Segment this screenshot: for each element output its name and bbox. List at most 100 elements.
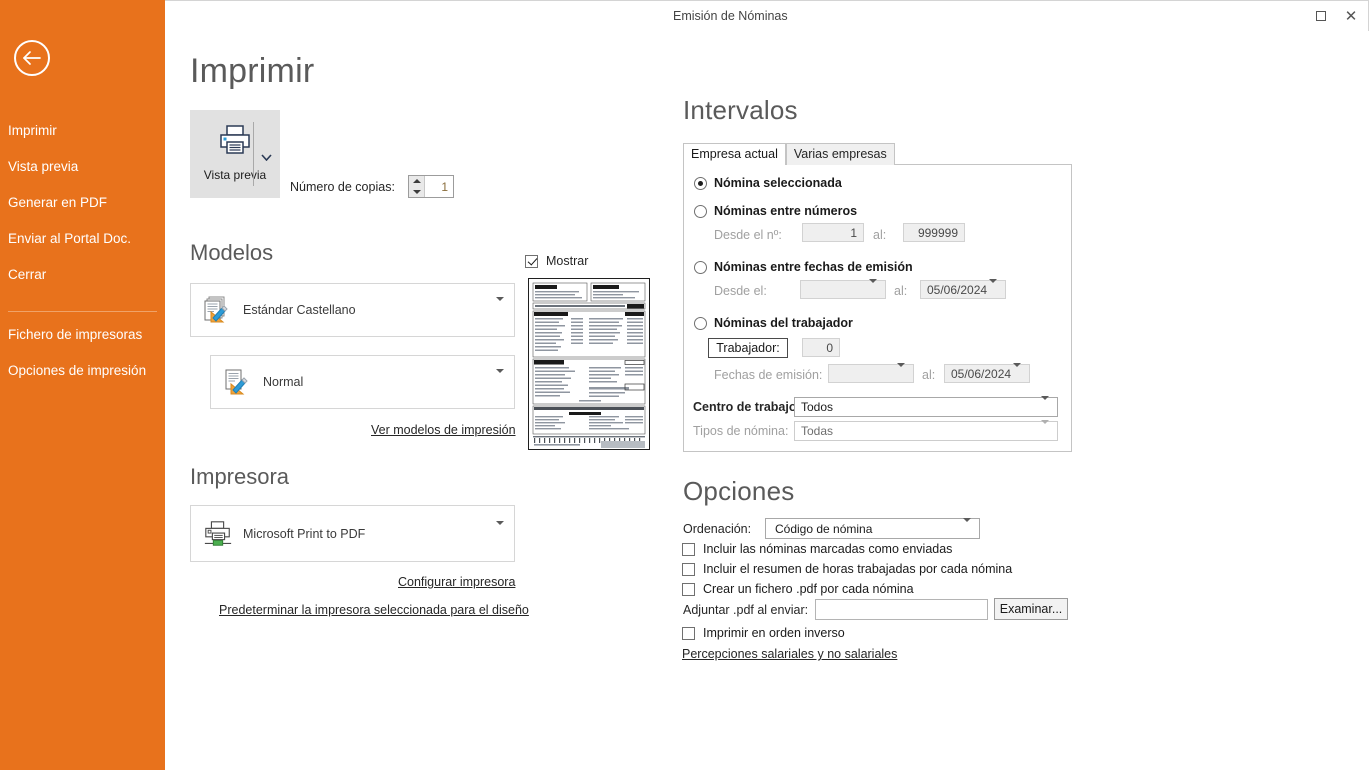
desde-numero-input[interactable]: 1 [802, 223, 864, 242]
checkbox-label: Crear un fichero .pdf por cada nómina [703, 582, 914, 596]
modelo-variante-combo[interactable]: Normal [210, 355, 515, 409]
back-button[interactable] [14, 40, 50, 76]
payslip-page-thumbnail[interactable] [528, 278, 650, 450]
radio-label: Nóminas del trabajador [714, 316, 853, 330]
trabajador-input[interactable]: 0 [802, 338, 840, 357]
opciones-heading: Opciones [683, 476, 795, 506]
mostrar-checkbox[interactable] [525, 254, 538, 268]
modelo-combo-value: Estándar Castellano [243, 303, 356, 317]
copies-stepper-buttons[interactable] [409, 176, 425, 197]
sidebar-item-opciones-de-impresion[interactable]: Opciones de impresión [8, 363, 146, 378]
checkbox-orden-inverso-row[interactable]: Imprimir en orden inverso [682, 626, 845, 640]
radio-nominas-entre-numeros[interactable]: Nóminas entre números [694, 204, 857, 218]
emision-al-label: al: [922, 368, 936, 382]
percepciones-salariales-link[interactable]: Percepciones salariales y no salariales [682, 647, 897, 661]
checkbox-label: Imprimir en orden inverso [703, 626, 845, 640]
sidebar-divider [8, 311, 157, 312]
stepper-up-icon[interactable] [412, 179, 421, 184]
hasta-numero-input[interactable]: 999999 [903, 223, 965, 242]
centro-trabajo-label: Centro de trabajo: [693, 400, 801, 414]
chevron-down-icon[interactable] [1041, 396, 1049, 414]
chevron-down-icon[interactable] [496, 369, 504, 391]
chevron-down-icon[interactable] [1013, 362, 1021, 381]
restore-button[interactable] [1306, 1, 1336, 31]
chevron-down-icon [261, 154, 272, 162]
network-printer-icon [203, 519, 233, 549]
centro-trabajo-combo[interactable]: Todos [794, 396, 1058, 417]
fechas-emision-label: Fechas de emisión: [714, 368, 823, 382]
radio-indicator[interactable] [694, 260, 707, 274]
chevron-down-icon[interactable] [496, 520, 504, 543]
restore-icon [1316, 11, 1326, 21]
hasta-fecha-combo[interactable]: 05/06/2024 [920, 278, 1006, 299]
radio-nominas-entre-fechas[interactable]: Nóminas entre fechas de emisión [694, 260, 913, 274]
stepper-down-icon[interactable] [412, 189, 421, 194]
tab-empresa-actual[interactable]: Empresa actual [683, 143, 786, 166]
chevron-down-icon[interactable] [869, 278, 877, 297]
backstage-sidebar: Imprimir Vista previa Generar en PDF Env… [0, 0, 165, 770]
vista-previa-dropdown-button[interactable] [261, 148, 272, 166]
checkbox-incluir-resumen-horas[interactable] [682, 562, 695, 576]
radio-indicator[interactable] [694, 176, 707, 190]
configurar-impresora-link[interactable]: Configurar impresora [398, 575, 515, 589]
checkbox-orden-inverso[interactable] [682, 626, 695, 640]
close-button[interactable]: ✕ [1336, 1, 1366, 31]
checkbox-incluir-enviadas-row[interactable]: Incluir las nóminas marcadas como enviad… [682, 542, 952, 556]
ordenacion-value: Código de nómina [775, 521, 873, 536]
checkbox-incluir-enviadas[interactable] [682, 542, 695, 556]
fechas-emision-hasta-combo[interactable]: 05/06/2024 [944, 362, 1030, 383]
desde-numero-label: Desde el nº: [714, 228, 782, 242]
numeros-al-label: al: [873, 228, 887, 242]
mostrar-checkbox-row[interactable]: Mostrar [525, 254, 588, 268]
sidebar-item-cerrar[interactable]: Cerrar [8, 267, 46, 282]
ordenacion-label: Ordenación: [683, 522, 752, 536]
checkbox-crear-pdf-por-nomina-row[interactable]: Crear un fichero .pdf por cada nómina [682, 582, 914, 596]
sidebar-item-fichero-de-impresoras[interactable]: Fichero de impresoras [8, 327, 142, 342]
printer-combo[interactable]: Microsoft Print to PDF [190, 505, 515, 562]
documents-design-icon [203, 295, 233, 325]
checkbox-label: Incluir el resumen de horas trabajadas p… [703, 562, 1013, 576]
radio-label: Nómina seleccionada [714, 176, 842, 190]
fechas-emision-desde-combo[interactable] [828, 362, 914, 383]
copies-stepper[interactable]: 1 [408, 175, 454, 198]
tipos-nomina-label: Tipos de nómina: [693, 424, 789, 438]
tab-varias-empresas[interactable]: Varias empresas [785, 143, 895, 165]
checkbox-crear-pdf-por-nomina[interactable] [682, 582, 695, 596]
radio-indicator[interactable] [694, 316, 707, 330]
sidebar-item-imprimir[interactable]: Imprimir [8, 123, 57, 138]
page-title: Imprimir [190, 52, 315, 90]
radio-label: Nóminas entre números [714, 204, 858, 218]
checkbox-label: Incluir las nóminas marcadas como enviad… [703, 542, 953, 556]
sidebar-item-generar-en-pdf[interactable]: Generar en PDF [8, 195, 107, 210]
chevron-down-icon[interactable] [897, 362, 905, 381]
chevron-down-icon [1041, 420, 1049, 438]
modelos-heading: Modelos [190, 240, 274, 265]
thumbnail-render [529, 279, 649, 449]
examinar-button[interactable]: Examinar... [994, 598, 1068, 620]
window-title: Emisión de Nóminas [673, 9, 788, 23]
sidebar-item-enviar-al-portal-doc[interactable]: Enviar al Portal Doc. [8, 231, 131, 246]
adjuntar-pdf-input[interactable] [815, 599, 988, 620]
checkbox-incluir-resumen-horas-row[interactable]: Incluir el resumen de horas trabajadas p… [682, 562, 1012, 576]
adjuntar-pdf-label: Adjuntar .pdf al enviar: [683, 603, 809, 617]
chevron-down-icon[interactable] [989, 278, 997, 297]
predeterminar-impresora-link[interactable]: Predeterminar la impresora seleccionada … [219, 603, 529, 617]
chevron-down-icon[interactable] [963, 517, 971, 536]
sidebar-item-vista-previa[interactable]: Vista previa [8, 159, 78, 174]
ordenacion-combo[interactable]: Código de nómina [765, 517, 980, 539]
radio-nomina-seleccionada[interactable]: Nómina seleccionada [694, 176, 842, 190]
radio-indicator[interactable] [694, 204, 707, 218]
desde-fecha-combo[interactable] [800, 278, 886, 299]
modelo-combo[interactable]: Estándar Castellano [190, 283, 515, 337]
vista-previa-button-label: Vista previa [203, 168, 267, 182]
print-dialog-window: Imprimir Vista previa Generar en PDF Env… [0, 0, 1369, 770]
tipos-nomina-value: Todas [801, 424, 834, 438]
chevron-down-icon[interactable] [496, 297, 504, 319]
copies-value[interactable]: 1 [425, 176, 453, 197]
trabajador-button[interactable]: Trabajador: [708, 338, 788, 358]
radio-nominas-del-trabajador[interactable]: Nóminas del trabajador [694, 316, 853, 330]
tipos-nomina-combo[interactable]: Todas [794, 420, 1058, 441]
modelo-variante-combo-value: Normal [263, 375, 304, 389]
ver-modelos-link[interactable]: Ver modelos de impresión [371, 423, 516, 437]
printer-combo-value: Microsoft Print to PDF [243, 526, 366, 541]
